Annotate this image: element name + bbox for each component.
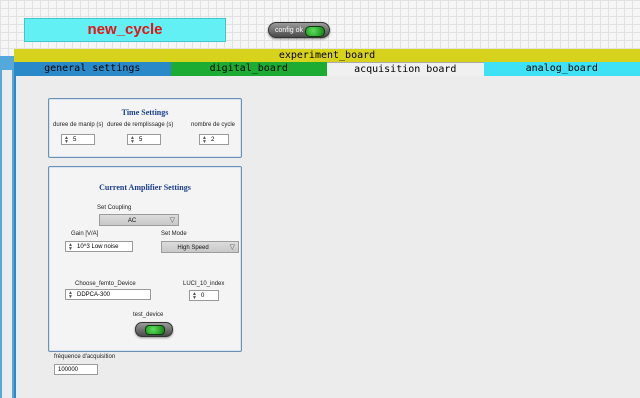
nombre-cycle-label: nombre de cycle xyxy=(191,122,236,128)
duree-manip-label: duree de manip (s) xyxy=(53,122,104,128)
set-mode-select[interactable]: High Speed ▽ xyxy=(161,241,239,253)
duree-remplissage-value: 5 xyxy=(139,137,143,143)
femto-device-input[interactable]: ▲ ▼ DDPCA-300 xyxy=(65,289,151,300)
set-mode-value: High Speed xyxy=(177,245,209,251)
set-mode-chevron-down-icon: ▽ xyxy=(229,244,235,251)
duree-manip-spinner-icon[interactable]: ▲ ▼ xyxy=(63,136,70,145)
femto-device-value: DDPCA-300 xyxy=(77,292,111,298)
board-tabs: general settings digital_board acquisiti… xyxy=(14,62,640,76)
gain-value: 10^3 Low noise xyxy=(77,244,119,250)
test-device-led-indicator xyxy=(145,325,165,335)
gain-label: Gain [V/A] xyxy=(71,231,99,237)
gain-input[interactable]: ▲ ▼ 10^3 Low noise xyxy=(65,241,133,252)
experiment-board-bar: experiment_board xyxy=(14,49,640,62)
acquisition-frequency-input[interactable]: 100000 xyxy=(54,364,98,375)
tab-analog-board[interactable]: analog_board xyxy=(483,62,640,76)
test-device-label: test_device xyxy=(133,312,164,318)
acquisition-frequency-label: fréquence d'acquisition xyxy=(54,354,116,360)
duree-remplissage-spinner-icon[interactable]: ▲ ▼ xyxy=(129,136,136,145)
config-led-indicator xyxy=(305,26,325,37)
set-coupling-chevron-down-icon: ▽ xyxy=(169,217,175,224)
cycle-name-display[interactable]: new_cycle xyxy=(24,18,226,42)
tab-acquisition-board[interactable]: acquisition board xyxy=(327,62,484,76)
luci-index-label: LUCI_10_index xyxy=(183,281,225,287)
duree-remplissage-input[interactable]: ▲ ▼ 5 xyxy=(127,134,161,145)
nombre-cycle-input[interactable]: ▲ ▼ 2 xyxy=(199,134,229,145)
test-device-button[interactable] xyxy=(135,322,173,337)
duree-remplissage-label: duree de remplissage (s) xyxy=(107,122,174,128)
tab-general-settings[interactable]: general settings xyxy=(14,62,171,76)
acquisition-tab-content: Time Settings duree de manip (s) ▲ ▼ 5 du… xyxy=(14,76,640,398)
nombre-cycle-spinner-icon[interactable]: ▲ ▼ xyxy=(201,136,208,145)
set-coupling-select[interactable]: AC ▽ xyxy=(99,214,179,226)
duree-manip-value: 5 xyxy=(73,137,77,143)
femto-device-spinner-icon[interactable]: ▲ ▼ xyxy=(67,291,74,300)
luci-index-input[interactable]: ▲ ▼ 0 xyxy=(189,290,219,301)
amplifier-settings-title: Current Amplifier Settings xyxy=(99,183,191,192)
luci-index-value: 0 xyxy=(201,293,205,299)
left-inner-strip xyxy=(2,70,12,398)
luci-index-spinner-icon[interactable]: ▲ ▼ xyxy=(191,292,198,301)
time-settings-panel: Time Settings duree de manip (s) ▲ ▼ 5 du… xyxy=(48,98,242,158)
duree-manip-input[interactable]: ▲ ▼ 5 xyxy=(61,134,95,145)
femto-device-label: Choose_femto_Device xyxy=(75,281,136,287)
set-mode-label: Set Mode xyxy=(161,231,187,237)
nombre-cycle-value: 2 xyxy=(211,137,215,143)
time-settings-title: Time Settings xyxy=(121,108,169,117)
config-ok-label: config ok xyxy=(275,27,304,34)
set-coupling-label: Set Coupling xyxy=(97,205,132,211)
gain-spinner-icon[interactable]: ▲ ▼ xyxy=(67,243,74,252)
config-ok-button[interactable]: config ok xyxy=(268,22,330,38)
amplifier-settings-panel: Current Amplifier Settings Set Coupling … xyxy=(48,166,242,352)
tab-digital-board[interactable]: digital_board xyxy=(170,62,327,76)
set-coupling-value: AC xyxy=(127,218,137,224)
